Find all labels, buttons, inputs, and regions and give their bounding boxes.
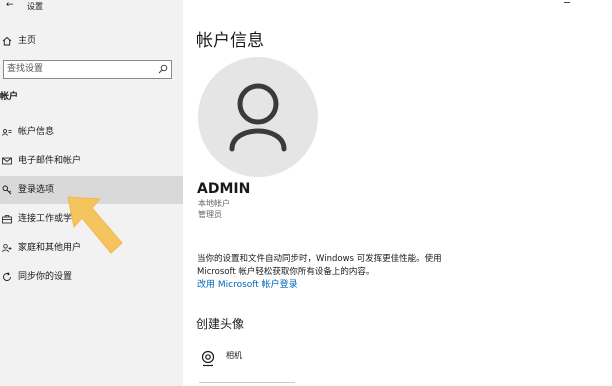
home-icon bbox=[2, 36, 12, 46]
sync-notice: 当你的设置和文件自动同步时，Windows 可发挥更佳性能。使用 Microso… bbox=[197, 254, 442, 277]
title-bar: ← 设置 bbox=[0, 0, 183, 14]
briefcase-icon bbox=[2, 215, 12, 224]
sidebar-item-home[interactable]: 主页 bbox=[0, 33, 183, 49]
create-avatar-heading: 创建头像 bbox=[196, 317, 245, 331]
app-title: 设置 bbox=[27, 2, 43, 11]
sync-icon bbox=[3, 272, 11, 281]
camera-icon[interactable] bbox=[199, 349, 217, 367]
sidebar-item-label: 主页 bbox=[18, 36, 37, 46]
browse-option-stub bbox=[199, 382, 295, 383]
pointer-arrow-icon bbox=[67, 196, 123, 254]
sidebar-item-email-accounts[interactable]: 电子邮件和帐户 bbox=[0, 147, 183, 175]
minimize-icon[interactable] bbox=[564, 2, 570, 3]
sidebar: ← 设置 主页 查找设置 帐户 帐户信息 电子邮件和帐户 登录选项 连接工作或学… bbox=[0, 0, 183, 386]
sign-in-with-microsoft-link[interactable]: 改用 Microsoft 帐户登录 bbox=[197, 280, 298, 291]
sidebar-item-label: 连接工作或学 bbox=[18, 214, 73, 224]
sidebar-item-account-info[interactable]: 帐户信息 bbox=[0, 118, 183, 146]
account-role: 管理员 bbox=[198, 210, 222, 219]
avatar bbox=[198, 57, 318, 177]
back-arrow-icon[interactable]: ← bbox=[6, 1, 14, 10]
sidebar-item-sync-settings[interactable]: 同步你的设置 bbox=[0, 263, 183, 291]
account-type: 本地帐户 bbox=[198, 199, 230, 208]
sidebar-item-label: 登录选项 bbox=[18, 185, 55, 195]
add-person-icon bbox=[2, 244, 12, 253]
search-placeholder: 查找设置 bbox=[7, 64, 44, 74]
mail-icon bbox=[2, 157, 12, 165]
section-title: 帐户 bbox=[0, 92, 19, 102]
person-card-icon bbox=[2, 129, 12, 136]
camera-label[interactable]: 相机 bbox=[226, 351, 242, 361]
sidebar-item-label: 同步你的设置 bbox=[18, 272, 73, 282]
sidebar-item-label: 帐户信息 bbox=[18, 127, 55, 137]
key-icon bbox=[2, 185, 12, 195]
search-icon[interactable] bbox=[158, 64, 168, 74]
search-input[interactable]: 查找设置 bbox=[3, 60, 172, 79]
account-username: ADMIN bbox=[197, 181, 251, 197]
user-silhouette-icon bbox=[229, 83, 287, 152]
sidebar-item-label: 电子邮件和帐户 bbox=[18, 156, 82, 166]
page-title: 帐户信息 bbox=[196, 31, 264, 51]
